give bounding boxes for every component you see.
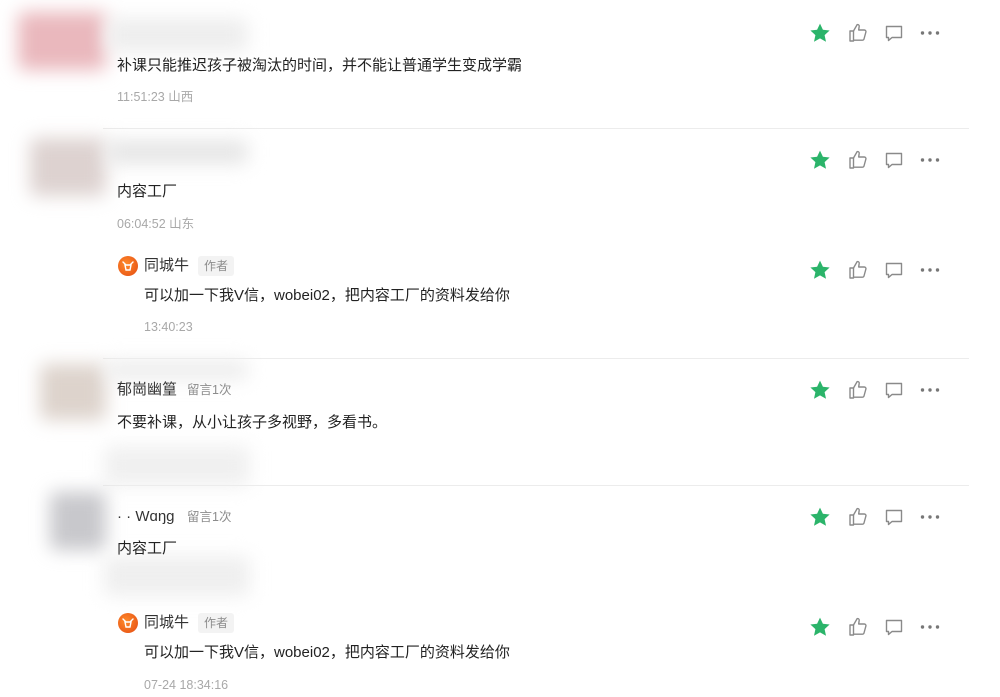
star-icon[interactable]: [808, 258, 832, 282]
star-icon[interactable]: [808, 615, 832, 639]
comment-count: 留言1次: [187, 510, 232, 524]
reply-meta: 13:40:23: [144, 320, 193, 334]
reply-text: 可以加一下我V信，wobei02，把内容工厂的资料发给你: [144, 287, 510, 304]
meta-blurred: [104, 446, 250, 486]
divider: [103, 485, 969, 486]
meta-blurred: [104, 556, 250, 596]
author-avatar: [118, 256, 138, 276]
comment-icon[interactable]: [882, 615, 906, 639]
author-name[interactable]: 同城牛: [144, 613, 189, 633]
thumbs-up-icon[interactable]: [846, 505, 870, 529]
more-icon[interactable]: [918, 21, 942, 45]
more-icon[interactable]: [918, 378, 942, 402]
reply-actions: [808, 615, 948, 639]
comment-icon[interactable]: [882, 21, 906, 45]
thumbs-up-icon[interactable]: [846, 378, 870, 402]
username-blurred: [106, 140, 248, 164]
comment-count: 留言1次: [187, 383, 232, 397]
commenter-name[interactable]: · · Wɑŋg: [117, 507, 175, 527]
more-icon[interactable]: [918, 258, 942, 282]
thumbs-up-icon[interactable]: [846, 615, 870, 639]
author-badge: 作者: [198, 256, 235, 276]
author-badge: 作者: [198, 613, 235, 633]
more-icon[interactable]: [918, 148, 942, 172]
star-icon[interactable]: [808, 21, 832, 45]
thumbs-up-icon[interactable]: [846, 21, 870, 45]
comment-actions: [808, 378, 948, 402]
comment-text: 内容工厂: [117, 540, 178, 557]
comment-icon[interactable]: [882, 258, 906, 282]
star-icon[interactable]: [808, 505, 832, 529]
username-blurred: [106, 18, 248, 52]
comment-icon[interactable]: [882, 148, 906, 172]
thumbs-up-icon[interactable]: [846, 258, 870, 282]
reply-text: 可以加一下我V信，wobei02，把内容工厂的资料发给你: [144, 644, 510, 661]
avatar-blurred: [50, 492, 106, 550]
comment-icon[interactable]: [882, 378, 906, 402]
comment-actions: [808, 505, 948, 529]
avatar-blurred: [30, 138, 106, 196]
divider: [103, 128, 969, 129]
thumbs-up-icon[interactable]: [846, 148, 870, 172]
star-icon[interactable]: [808, 378, 832, 402]
reply-actions: [808, 258, 948, 282]
comment-text: 内容工厂: [117, 183, 178, 200]
comment-text: 补课只能推迟孩子被淘汰的时间，并不能让普通学生变成学霸: [117, 57, 523, 74]
reply-meta: 07-24 18:34:16: [144, 678, 229, 692]
avatar-blurred: [18, 12, 106, 70]
commenter-name[interactable]: 郁崗幽篁: [117, 380, 177, 400]
star-icon[interactable]: [808, 148, 832, 172]
avatar-blurred: [40, 364, 106, 420]
comment-actions: [808, 148, 948, 172]
comment-icon[interactable]: [882, 505, 906, 529]
comment-actions: [808, 21, 948, 45]
divider: [103, 358, 969, 359]
username-blurred: [106, 360, 248, 380]
more-icon[interactable]: [918, 505, 942, 529]
more-icon[interactable]: [918, 615, 942, 639]
comment-meta: 06:04:52 山东: [117, 217, 195, 231]
comment-meta: 11:51:23 山西: [117, 90, 194, 104]
comment-text: 不要补课，从小让孩子多视野，多看书。: [117, 414, 388, 431]
author-name[interactable]: 同城牛: [144, 256, 189, 276]
author-avatar: [118, 613, 138, 633]
